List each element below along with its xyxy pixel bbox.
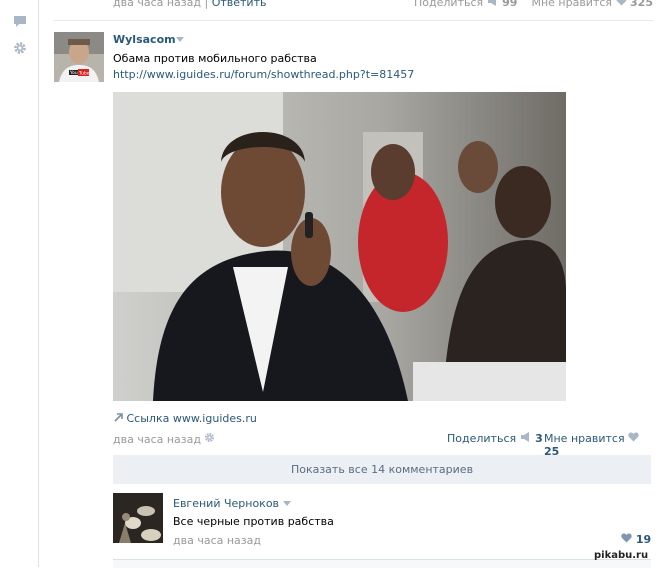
arrow-link-icon xyxy=(113,412,123,425)
like-count: 325 xyxy=(630,0,653,9)
heart-icon xyxy=(616,0,627,9)
left-rail xyxy=(0,0,39,567)
heart-icon xyxy=(621,533,632,546)
show-all-comments-button[interactable]: Показать все 14 комментариев xyxy=(113,455,651,484)
share-count: 3 xyxy=(535,432,543,445)
previous-post-meta: два часа назад | Ответить Поделиться 99 … xyxy=(113,0,653,10)
comment-avatar[interactable] xyxy=(113,493,163,543)
comment-time: два часа назад xyxy=(173,534,261,547)
share-button[interactable]: Поделиться xyxy=(447,432,516,445)
post-meta: два часа назад Поделиться 3 Мне нравится… xyxy=(113,432,646,458)
separator: | xyxy=(204,0,209,9)
comment-text: Все черные против рабства xyxy=(173,515,334,528)
post-photo[interactable] xyxy=(113,92,566,401)
share-count: 99 xyxy=(502,0,518,9)
post-divider xyxy=(54,20,653,21)
reply-link[interactable]: Ответить xyxy=(212,0,267,9)
pikabu-watermark: pikabu.ru xyxy=(594,550,649,561)
like-button[interactable]: Мне нравится xyxy=(544,432,625,445)
post-text: Обама против мобильного рабства xyxy=(113,52,317,65)
heart-icon xyxy=(628,432,639,445)
like-button[interactable]: Мне нравится xyxy=(531,0,612,9)
gear-icon[interactable] xyxy=(204,432,215,446)
attachment-link[interactable]: Ссылка www.iguides.ru xyxy=(113,412,257,425)
author-avatar[interactable]: You Tube xyxy=(54,32,104,82)
triangle-down-icon[interactable] xyxy=(175,33,184,46)
post-time: два часа назад xyxy=(113,433,201,446)
megaphone-icon xyxy=(487,0,499,9)
triangle-down-icon[interactable] xyxy=(282,497,291,510)
post-url-link[interactable]: http://www.iguides.ru/forum/showthread.p… xyxy=(113,68,414,81)
gear-icon[interactable] xyxy=(13,41,29,55)
speech-bubble-icon[interactable] xyxy=(13,15,29,29)
post-time: два часа назад xyxy=(113,0,201,9)
comment-like-count: 19 xyxy=(635,533,652,546)
svg-text:Tube: Tube xyxy=(78,71,90,77)
share-button[interactable]: Поделиться xyxy=(414,0,483,9)
megaphone-icon xyxy=(520,432,532,445)
attachment-label[interactable]: Ссылка www.iguides.ru xyxy=(127,412,257,425)
comment-author-name[interactable]: Евгений Черноков xyxy=(173,497,291,510)
comment-like-button[interactable]: 19 xyxy=(621,533,651,546)
post-author-name[interactable]: Wylsacom xyxy=(113,33,184,46)
youtube-logo: You xyxy=(69,70,78,76)
